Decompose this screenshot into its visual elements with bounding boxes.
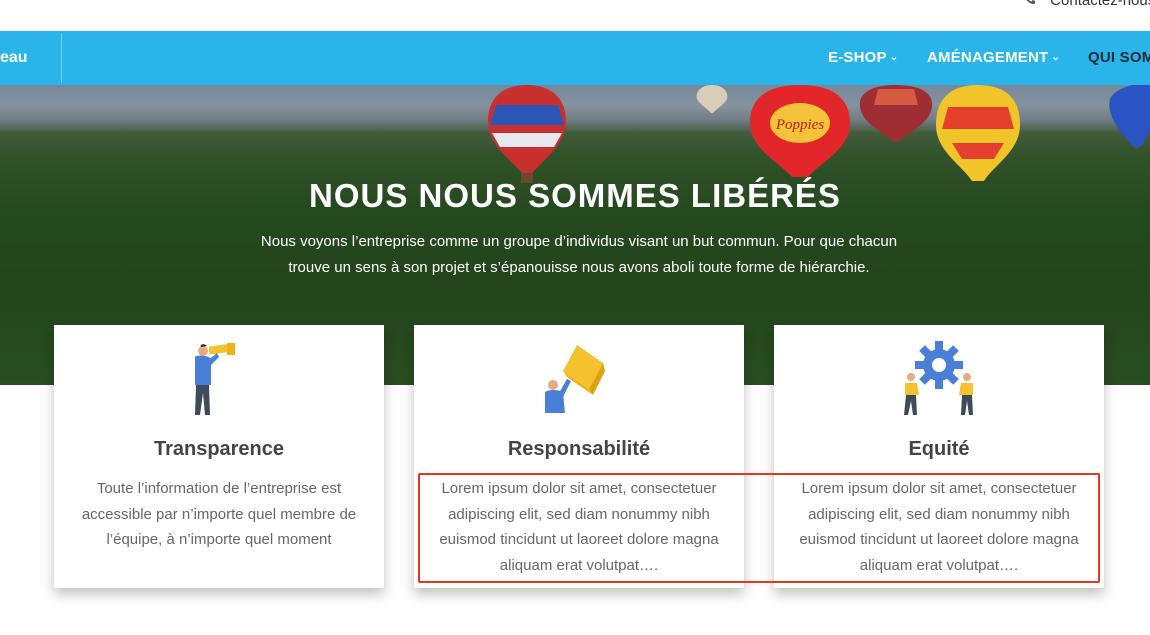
value-card-transparence: Transparence Toute l’information de l’en…	[54, 325, 384, 588]
main-navbar: eau E-SHOP ⌄ AMÉNAGEMENT ⌄ QUI SOM	[0, 31, 1150, 85]
person-carrying-box-icon	[414, 341, 744, 417]
nav-item-eshop[interactable]: E-SHOP ⌄	[828, 31, 898, 85]
card-title: Responsabilité	[507, 438, 651, 460]
brand-logo-text[interactable]: eau	[0, 31, 28, 85]
balloon-icon	[696, 85, 728, 113]
chevron-down-icon: ⌄	[889, 52, 899, 63]
telescope-person-icon	[54, 341, 384, 417]
top-bar: Contactez-nous	[0, 0, 1150, 31]
card-title: Equité	[908, 438, 970, 460]
chevron-down-icon: ⌄	[1051, 52, 1060, 63]
balloon-icon	[488, 85, 566, 183]
balloon-icon	[859, 85, 933, 141]
nav-item-label: AMÉNAGEMENT	[927, 49, 1049, 66]
nav-item-qui-sommes-nous[interactable]: QUI SOM	[1088, 31, 1150, 85]
nav-item-label: E-SHOP	[828, 49, 887, 66]
phone-icon	[1024, 0, 1036, 9]
nav-item-label: QUI SOM	[1088, 49, 1150, 66]
balloon-icon	[1109, 85, 1150, 149]
highlight-box	[418, 473, 1100, 583]
people-gear-icon	[774, 341, 1104, 417]
hero-subtitle: Nous voyons l’entreprise comme un groupe…	[260, 233, 898, 276]
hero-title: NOUS NOUS SOMMES LIBÉRÉS	[309, 177, 841, 214]
card-title: Transparence	[153, 438, 285, 460]
balloon-icon	[936, 85, 1020, 181]
balloon-icon: Poppies	[750, 85, 850, 177]
brand-divider	[61, 33, 62, 83]
contact-link[interactable]: Contactez-nous	[1024, 0, 1150, 9]
card-text: Toute l’information de l’entreprise est …	[81, 480, 357, 548]
svg-text:Poppies: Poppies	[775, 117, 824, 133]
contact-label: Contactez-nous	[1050, 0, 1150, 9]
nav-item-amenagement[interactable]: AMÉNAGEMENT ⌄	[927, 31, 1060, 85]
